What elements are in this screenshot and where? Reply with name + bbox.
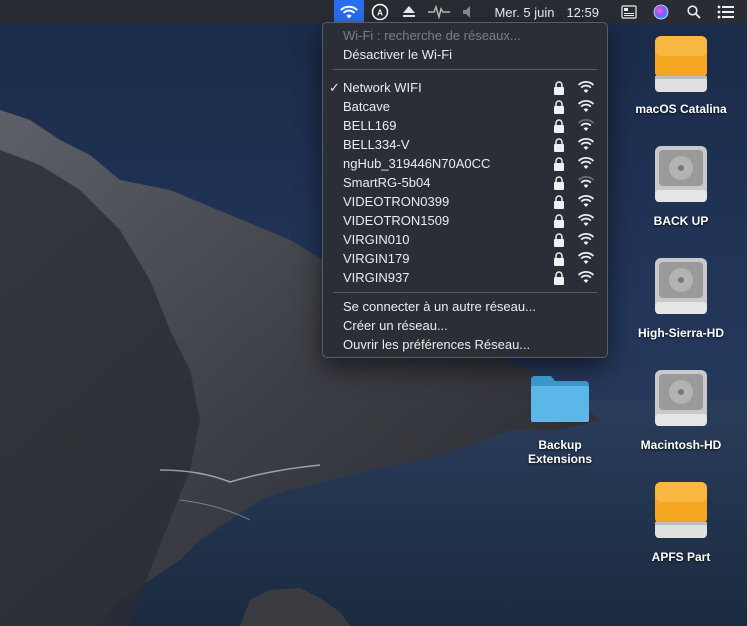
network-name: VIRGIN179: [343, 251, 410, 266]
lock-icon: [554, 233, 564, 247]
gray-drive-icon: [655, 258, 707, 314]
wifi-signal-icon: [577, 176, 595, 188]
network-item[interactable]: VIDEOTRON1509: [323, 211, 607, 230]
app-badge-icon[interactable]: A: [364, 0, 396, 24]
network-name: BELL169: [343, 118, 397, 133]
network-name: ngHub_319446N70A0CC: [343, 156, 491, 171]
lock-icon: [554, 138, 564, 152]
network-item[interactable]: BELL334-V: [323, 135, 607, 154]
menubar-date[interactable]: Mer. 5 juin: [480, 0, 560, 24]
desktop-icon-high-sierra-hd[interactable]: High-Sierra-HD: [626, 252, 736, 344]
siri-icon[interactable]: [647, 0, 675, 24]
lock-icon: [554, 252, 564, 266]
wifi-signal-icon: [577, 157, 595, 169]
connect-other-network-item[interactable]: Se connecter à un autre réseau...: [323, 297, 607, 316]
lock-icon: [554, 176, 564, 190]
network-name: SmartRG-5b04: [343, 175, 431, 190]
network-name: VIDEOTRON0399: [343, 194, 450, 209]
network-item[interactable]: VIRGIN010: [323, 230, 607, 249]
wifi-signal-icon: [577, 138, 595, 150]
network-name: BELL334-V: [343, 137, 410, 152]
gray-drive-icon: [655, 370, 707, 426]
network-item[interactable]: BELL169: [323, 116, 607, 135]
network-item[interactable]: ✓ Network WIFI: [323, 78, 607, 97]
lock-icon: [554, 271, 564, 285]
lock-icon: [554, 100, 564, 114]
wifi-dropdown-menu: Wi-Fi : recherche de réseaux... Désactiv…: [322, 22, 608, 358]
desktop-icon-apfs-part[interactable]: APFS Part: [626, 476, 736, 568]
desktop-icon-macos-catalina[interactable]: macOS Catalina: [626, 30, 736, 122]
svg-text:A: A: [378, 9, 384, 18]
lock-icon: [554, 195, 564, 209]
desktop-icon-label: BACK UP: [653, 214, 709, 228]
wifi-signal-icon: [577, 195, 595, 207]
desktop-icon-label: APFS Part: [651, 550, 711, 564]
eject-icon[interactable]: [396, 0, 422, 24]
network-name: Batcave: [343, 99, 390, 114]
checkmark-icon: ✓: [329, 80, 340, 95]
wifi-menu-icon[interactable]: [334, 0, 365, 24]
menu-bar: A Mer. 5 juin 12:59: [0, 0, 747, 24]
menubar-time[interactable]: 12:59: [560, 0, 611, 24]
wifi-signal-icon: [577, 233, 595, 245]
network-item[interactable]: SmartRG-5b04: [323, 173, 607, 192]
lock-icon: [554, 214, 564, 228]
network-name: VIRGIN010: [343, 232, 410, 247]
network-name: Network WIFI: [343, 80, 422, 95]
network-name: VIDEOTRON1509: [343, 213, 450, 228]
wifi-signal-icon: [577, 119, 595, 131]
wifi-signal-icon: [577, 100, 595, 112]
network-item[interactable]: VIRGIN937: [323, 268, 607, 287]
wifi-signal-icon: [577, 271, 595, 283]
wifi-status: Wi-Fi : recherche de réseaux...: [343, 28, 521, 43]
wifi-signal-icon: [577, 214, 595, 226]
volume-icon[interactable]: [456, 0, 480, 24]
folder-icon: [531, 376, 589, 422]
spotlight-search-icon[interactable]: [675, 0, 713, 24]
desktop-icon-label: High-Sierra-HD: [637, 326, 724, 340]
open-network-preferences-item[interactable]: Ouvrir les préférences Réseau...: [323, 335, 607, 354]
network-item[interactable]: VIRGIN179: [323, 249, 607, 268]
notification-center-icon[interactable]: [713, 0, 747, 24]
orange-drive-icon: [655, 36, 707, 92]
network-item[interactable]: Batcave: [323, 97, 607, 116]
activity-icon[interactable]: [422, 0, 456, 24]
network-item[interactable]: VIDEOTRON0399: [323, 192, 607, 211]
desktop-icon-label: macOS Catalina: [635, 102, 727, 116]
network-name: VIRGIN937: [343, 270, 410, 285]
network-item[interactable]: ngHub_319446N70A0CC: [323, 154, 607, 173]
wifi-signal-icon: [577, 81, 595, 93]
desktop-icon-label: Backup Extensions: [527, 438, 593, 466]
desktop-icon-back-up[interactable]: BACK UP: [626, 140, 736, 232]
orange-drive-icon: [655, 482, 707, 538]
gray-drive-icon: [655, 146, 707, 202]
lock-icon: [554, 157, 564, 171]
menu-separator: [333, 292, 597, 293]
desktop-icon-macintosh-hd[interactable]: Macintosh-HD: [626, 364, 736, 456]
desktop-icon-label: Macintosh-HD: [640, 438, 722, 452]
lock-icon: [554, 81, 564, 95]
menu-separator: [333, 69, 597, 70]
user-switch-icon[interactable]: [611, 0, 647, 24]
lock-icon: [554, 119, 564, 133]
create-network-item[interactable]: Créer un réseau...: [323, 316, 607, 335]
desktop-icon-backup-extensions[interactable]: Backup Extensions: [505, 372, 615, 466]
wifi-signal-icon: [577, 252, 595, 264]
wifi-toggle-item[interactable]: Désactiver le Wi-Fi: [323, 45, 607, 64]
